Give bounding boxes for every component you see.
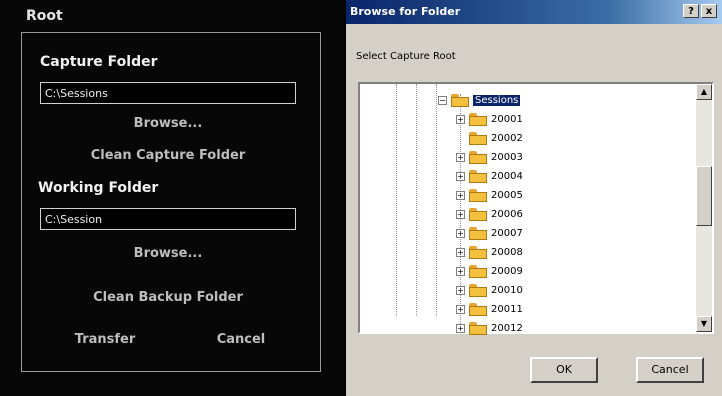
- expand-icon[interactable]: +: [456, 304, 465, 314]
- tree-node-label: 20003: [491, 151, 523, 163]
- browse-for-folder-dialog: Browse for Folder ? x Select Capture Roo…: [346, 0, 722, 396]
- folder-icon: [469, 283, 487, 297]
- cancel-button[interactable]: Cancel: [196, 332, 286, 347]
- tree-node[interactable]: 20002: [456, 130, 523, 146]
- folder-tree[interactable]: − Sessions +20001 20002 +20003 +20004 +20005…: [358, 82, 714, 336]
- working-folder-heading: Working Folder: [38, 180, 159, 196]
- dialog-instruction: Select Capture Root: [356, 51, 456, 62]
- expand-icon[interactable]: +: [456, 266, 465, 276]
- expand-icon[interactable]: +: [456, 323, 465, 333]
- close-button[interactable]: x: [701, 4, 717, 18]
- scroll-thumb[interactable]: [696, 166, 712, 226]
- tree-node-label: 20004: [491, 170, 523, 182]
- tree-node[interactable]: +20012: [456, 320, 523, 336]
- clean-capture-folder-button[interactable]: Clean Capture Folder: [40, 148, 296, 163]
- tree-node-label: 20006: [491, 208, 523, 220]
- capture-folder-heading: Capture Folder: [40, 54, 158, 70]
- folder-icon: [469, 112, 487, 126]
- tree-guide-line: [416, 84, 417, 316]
- tree-node-label: 20009: [491, 265, 523, 277]
- browse-capture-button[interactable]: Browse...: [40, 116, 296, 131]
- scroll-up-icon[interactable]: ▲: [696, 84, 712, 100]
- dialog-title: Browse for Folder: [350, 5, 461, 18]
- dialog-cancel-button[interactable]: Cancel: [636, 357, 704, 383]
- folder-icon: [469, 169, 487, 183]
- root-panel: Root Capture Folder C:\Sessions Browse..…: [0, 0, 344, 396]
- tree-node[interactable]: +20009: [456, 263, 523, 279]
- ok-button[interactable]: OK: [530, 357, 598, 383]
- tree-guide-line: [436, 84, 437, 316]
- working-folder-field[interactable]: C:\Session: [40, 208, 296, 230]
- expand-icon[interactable]: +: [456, 285, 465, 295]
- tree-node-label: 20005: [491, 189, 523, 201]
- folder-icon: [469, 264, 487, 278]
- folder-open-icon: [451, 93, 469, 107]
- scroll-down-icon[interactable]: ▼: [696, 316, 712, 332]
- no-expander: [456, 134, 465, 143]
- collapse-icon[interactable]: −: [438, 95, 447, 105]
- tree-node-label: 20007: [491, 227, 523, 239]
- tree-node[interactable]: +20008: [456, 244, 523, 260]
- tree-node-label: Sessions: [473, 94, 521, 106]
- dialog-titlebar[interactable]: Browse for Folder ? x: [346, 0, 722, 24]
- folder-icon: [469, 188, 487, 202]
- browse-working-button[interactable]: Browse...: [40, 246, 296, 261]
- folder-icon: [469, 302, 487, 316]
- tree-node-label: 20001: [491, 113, 523, 125]
- help-button[interactable]: ?: [683, 4, 699, 18]
- expand-icon[interactable]: +: [456, 152, 465, 162]
- expand-icon[interactable]: +: [456, 228, 465, 238]
- tree-node-label: 20011: [491, 303, 523, 315]
- expand-icon[interactable]: +: [456, 171, 465, 181]
- expand-icon[interactable]: +: [456, 190, 465, 200]
- folder-icon: [469, 245, 487, 259]
- tree-scrollbar[interactable]: ▲ ▼: [696, 84, 712, 332]
- folder-icon: [469, 226, 487, 240]
- tree-node[interactable]: +20007: [456, 225, 523, 241]
- tree-node[interactable]: +20011: [456, 301, 523, 317]
- folder-icon: [469, 150, 487, 164]
- tree-node[interactable]: +20010: [456, 282, 523, 298]
- expand-icon[interactable]: +: [456, 209, 465, 219]
- tree-node-label: 20012: [491, 322, 523, 334]
- transfer-button[interactable]: Transfer: [60, 332, 150, 347]
- tree-node-label: 20010: [491, 284, 523, 296]
- folder-icon: [469, 207, 487, 221]
- panel-title: Root: [26, 8, 63, 24]
- tree-node-root[interactable]: − Sessions: [438, 92, 521, 108]
- folder-icon: [469, 131, 487, 145]
- tree-node[interactable]: +20004: [456, 168, 523, 184]
- tree-node[interactable]: +20006: [456, 206, 523, 222]
- tree-guide-line: [396, 84, 397, 316]
- expand-icon[interactable]: +: [456, 247, 465, 257]
- tree-node[interactable]: +20001: [456, 111, 523, 127]
- tree-node-label: 20002: [491, 132, 523, 144]
- tree-node[interactable]: +20003: [456, 149, 523, 165]
- clean-backup-folder-button[interactable]: Clean Backup Folder: [40, 290, 296, 305]
- capture-folder-field[interactable]: C:\Sessions: [40, 82, 296, 104]
- folder-icon: [469, 321, 487, 335]
- tree-node[interactable]: +20005: [456, 187, 523, 203]
- tree-node-label: 20008: [491, 246, 523, 258]
- expand-icon[interactable]: +: [456, 114, 465, 124]
